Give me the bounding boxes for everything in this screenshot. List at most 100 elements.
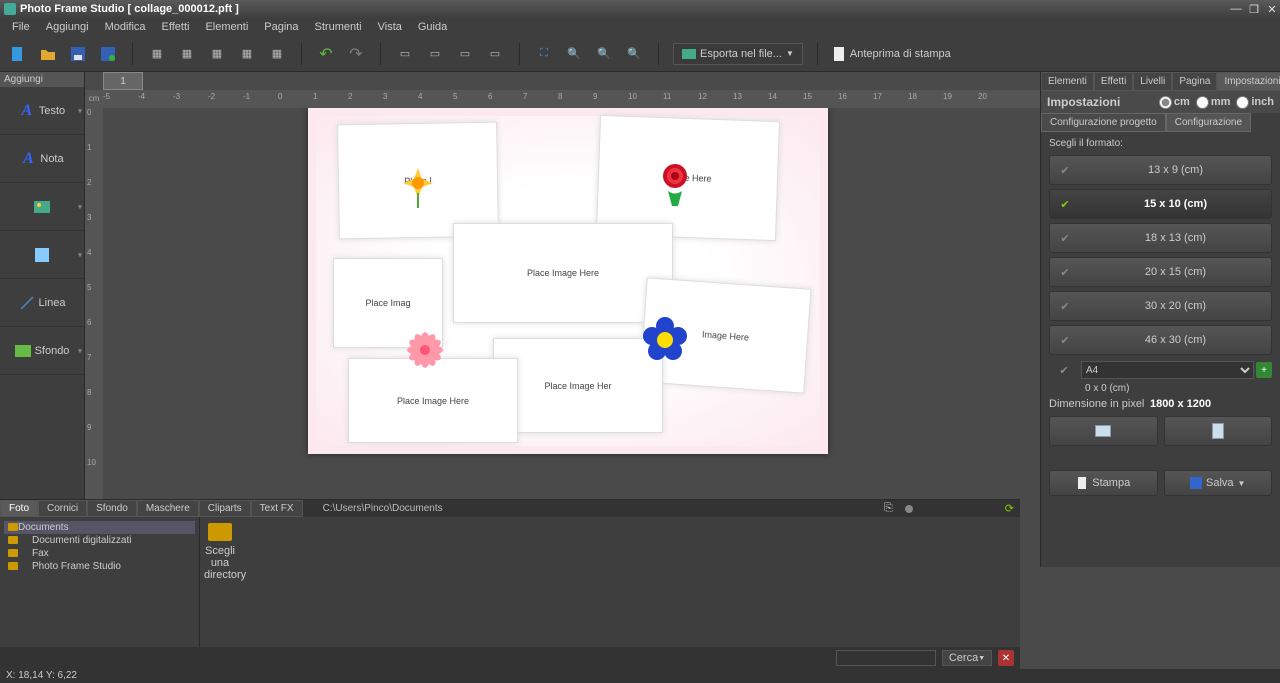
- tool-sfondo[interactable]: Sfondo▾: [0, 327, 84, 375]
- layer-4-icon[interactable]: ▭: [485, 44, 505, 64]
- preview-label: Anteprima di stampa: [850, 48, 951, 60]
- tool-shape[interactable]: ▾: [0, 231, 84, 279]
- rp-tab-effetti[interactable]: Effetti: [1094, 72, 1133, 91]
- folder-icon: [208, 523, 232, 541]
- rp-tab-livelli[interactable]: Livelli: [1133, 72, 1172, 91]
- align-3-icon[interactable]: ▦: [207, 44, 227, 64]
- align-1-icon[interactable]: ▦: [147, 44, 167, 64]
- browser-tab-sfondo[interactable]: Sfondo: [87, 500, 137, 517]
- choose-format-label: Scegli il formato:: [1049, 138, 1272, 149]
- undo-icon[interactable]: ↶: [316, 44, 336, 64]
- unit-mm[interactable]: mm: [1196, 96, 1231, 109]
- menu-vista[interactable]: Vista: [370, 19, 410, 35]
- format-18x13[interactable]: ✔18 x 13 (cm): [1049, 223, 1272, 253]
- browser-tab-cornici[interactable]: Cornici: [38, 500, 87, 517]
- layer-2-icon[interactable]: ▭: [425, 44, 445, 64]
- browser-tab-textfx[interactable]: Text FX: [251, 500, 303, 517]
- copy-icon[interactable]: ⎘: [884, 502, 893, 515]
- menu-aggiungi[interactable]: Aggiungi: [38, 19, 97, 35]
- rp-tab-pagina[interactable]: Pagina: [1172, 72, 1217, 91]
- tool-linea[interactable]: Linea: [0, 279, 84, 327]
- menu-strumenti[interactable]: Strumenti: [307, 19, 370, 35]
- left-panel-header: Aggiungi: [0, 72, 84, 87]
- line-icon: [19, 295, 35, 311]
- tree-digitalizzati[interactable]: Documenti digitalizzati: [4, 534, 195, 547]
- format-30x20[interactable]: ✔30 x 20 (cm): [1049, 291, 1272, 321]
- export-label: Esporta nel file...: [700, 48, 782, 60]
- ruler-horizontal: -5-4-3-2-1012345678910111213141516171819…: [103, 90, 1040, 108]
- new-icon[interactable]: [8, 44, 28, 64]
- choose-directory-button[interactable]: Scegli una directory: [200, 517, 240, 585]
- browser-tab-maschere[interactable]: Maschere: [137, 500, 199, 517]
- subtab-config[interactable]: Configurazione: [1166, 113, 1251, 132]
- close-button[interactable]: ✕: [1264, 2, 1280, 16]
- format-46x30[interactable]: ✔46 x 30 (cm): [1049, 325, 1272, 355]
- subtab-proj-config[interactable]: Configurazione progetto: [1041, 113, 1166, 132]
- minimize-button[interactable]: —: [1228, 2, 1244, 16]
- zoom-100-icon[interactable]: 🔍: [624, 44, 644, 64]
- tool-nota[interactable]: ANota: [0, 135, 84, 183]
- search-input[interactable]: [836, 650, 936, 666]
- align-4-icon[interactable]: ▦: [237, 44, 257, 64]
- menu-modifica[interactable]: Modifica: [97, 19, 154, 35]
- zoom-in-icon[interactable]: 🔍: [564, 44, 584, 64]
- left-tool-panel: Aggiungi ATesto▾ ANota ▾ ▾ Linea Sfondo▾: [0, 72, 85, 567]
- menu-effetti[interactable]: Effetti: [154, 19, 198, 35]
- print-preview-button[interactable]: Anteprima di stampa: [832, 47, 951, 61]
- tree-documents[interactable]: Documents: [4, 521, 195, 534]
- asset-browser: Foto Cornici Sfondo Maschere Cliparts Te…: [0, 499, 1020, 669]
- maximize-button[interactable]: ❐: [1246, 2, 1262, 16]
- add-format-button[interactable]: +: [1256, 362, 1272, 378]
- menu-pagina[interactable]: Pagina: [256, 19, 306, 35]
- browser-tab-cliparts[interactable]: Cliparts: [199, 500, 251, 517]
- orientation-portrait[interactable]: [1164, 416, 1273, 446]
- open-icon[interactable]: [38, 44, 58, 64]
- save-icon[interactable]: [68, 44, 88, 64]
- redo-icon[interactable]: ↷: [346, 44, 366, 64]
- unit-cm[interactable]: cm: [1159, 96, 1190, 109]
- print-button[interactable]: Stampa: [1049, 470, 1158, 496]
- save-as-icon[interactable]: [98, 44, 118, 64]
- tree-pfs[interactable]: Photo Frame Studio: [4, 560, 195, 573]
- thumbnail-size-slider[interactable]: [899, 504, 999, 514]
- toolbar: ▦ ▦ ▦ ▦ ▦ ↶ ↷ ▭ ▭ ▭ ▭ ⛶ 🔍 🔍 🔍 Esporta ne…: [0, 36, 1280, 72]
- refresh-icon[interactable]: ⟳: [1005, 502, 1014, 515]
- thumbnail-area: Scegli una directory: [200, 517, 1020, 647]
- search-button[interactable]: Cerca ▼: [942, 650, 992, 666]
- unit-inch[interactable]: inch: [1236, 96, 1274, 109]
- align-2-icon[interactable]: ▦: [177, 44, 197, 64]
- save-button[interactable]: Salva▼: [1164, 470, 1273, 496]
- image-icon: [34, 199, 50, 215]
- canvas-area: 1 cm -5-4-3-2-10123456789101112131415161…: [85, 72, 1040, 567]
- note-icon: A: [20, 151, 36, 167]
- zoom-fit-icon[interactable]: ⛶: [534, 44, 554, 64]
- format-15x10[interactable]: ✔15 x 10 (cm): [1049, 189, 1272, 219]
- background-icon: [15, 343, 31, 359]
- align-5-icon[interactable]: ▦: [267, 44, 287, 64]
- menu-guida[interactable]: Guida: [410, 19, 455, 35]
- rp-tab-impostazioni[interactable]: Impostazioni: [1217, 72, 1280, 91]
- document-tab-1[interactable]: 1: [103, 72, 143, 90]
- titlebar: Photo Frame Studio [ collage_000012.pft …: [0, 0, 1280, 18]
- settings-title: Impostazioni: [1047, 95, 1120, 109]
- menu-elementi[interactable]: Elementi: [197, 19, 256, 35]
- app-logo-icon: [4, 3, 16, 15]
- zoom-out-icon[interactable]: 🔍: [594, 44, 614, 64]
- layer-1-icon[interactable]: ▭: [395, 44, 415, 64]
- layer-3-icon[interactable]: ▭: [455, 44, 475, 64]
- page[interactable]: Place I Image Here Place Image Here Plac…: [308, 108, 828, 454]
- export-button[interactable]: Esporta nel file... ▼: [673, 43, 803, 65]
- menu-file[interactable]: File: [4, 19, 38, 35]
- tool-testo[interactable]: ATesto▾: [0, 87, 84, 135]
- tool-image[interactable]: ▾: [0, 183, 84, 231]
- menubar: File Aggiungi Modifica Effetti Elementi …: [0, 18, 1280, 36]
- tree-fax[interactable]: Fax: [4, 547, 195, 560]
- orientation-landscape[interactable]: [1049, 416, 1158, 446]
- browser-path: C:\Users\Pinco\Documents: [323, 503, 884, 514]
- rp-tab-elementi[interactable]: Elementi: [1041, 72, 1094, 91]
- format-13x9[interactable]: ✔13 x 9 (cm): [1049, 155, 1272, 185]
- custom-format-select[interactable]: A4: [1081, 361, 1254, 379]
- browser-tab-foto[interactable]: Foto: [0, 500, 38, 517]
- format-20x15[interactable]: ✔20 x 15 (cm): [1049, 257, 1272, 287]
- cancel-search-button[interactable]: ✕: [998, 650, 1014, 666]
